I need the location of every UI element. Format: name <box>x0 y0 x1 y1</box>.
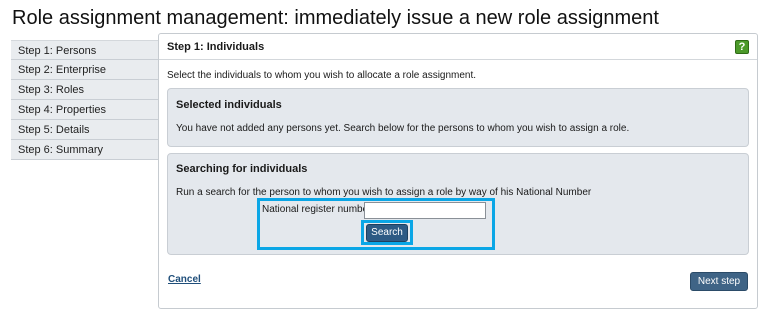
selected-individuals-text: You have not added any persons yet. Sear… <box>176 123 630 134</box>
step-roles[interactable]: Step 3: Roles <box>11 80 158 100</box>
intro-text: Select the individuals to whom you wish … <box>167 70 477 81</box>
wizard-steps: Step 1: Persons Step 2: Enterprise Step … <box>11 40 158 160</box>
next-step-button[interactable]: Next step <box>690 272 748 291</box>
step-details[interactable]: Step 5: Details <box>11 120 158 140</box>
help-icon[interactable]: ? <box>735 40 749 54</box>
selected-individuals-title: Selected individuals <box>176 99 282 111</box>
national-register-number-label: National register number <box>262 204 372 215</box>
step-properties[interactable]: Step 4: Properties <box>11 100 158 120</box>
search-button[interactable]: Search <box>366 224 408 242</box>
step-content-panel: Step 1: Individuals ? Select the individ… <box>158 33 758 309</box>
cancel-link[interactable]: Cancel <box>168 274 201 285</box>
step-heading: Step 1: Individuals <box>167 41 265 53</box>
search-individuals-text: Run a search for the person to whom you … <box>176 187 592 198</box>
step-persons[interactable]: Step 1: Persons <box>11 40 158 60</box>
step-enterprise[interactable]: Step 2: Enterprise <box>11 60 158 80</box>
national-register-number-input[interactable] <box>364 202 486 219</box>
search-individuals-title: Searching for individuals <box>176 163 308 175</box>
selected-individuals-panel: Selected individuals You have not added … <box>167 88 749 147</box>
divider <box>159 59 757 60</box>
step-summary[interactable]: Step 6: Summary <box>11 140 158 160</box>
page-title: Role assignment management: immediately … <box>12 7 659 29</box>
